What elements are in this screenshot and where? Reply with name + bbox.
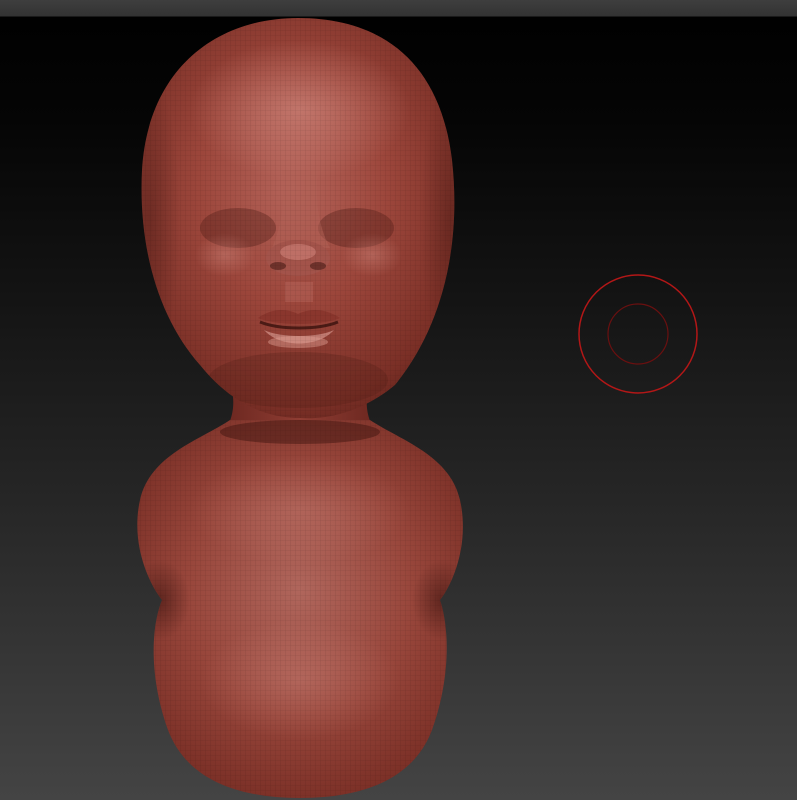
model-head bbox=[141, 18, 455, 419]
sculpt-viewport[interactable] bbox=[0, 0, 797, 800]
sculpt-model[interactable] bbox=[0, 0, 797, 800]
model-body bbox=[137, 420, 463, 798]
